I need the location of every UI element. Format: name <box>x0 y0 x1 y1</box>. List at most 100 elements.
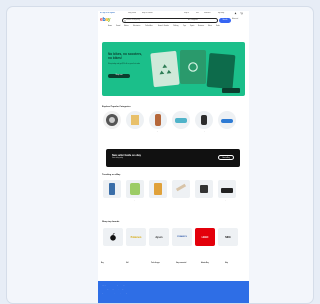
product-label: Watches <box>201 200 207 201</box>
section-title: Shop top brands <box>102 221 120 223</box>
headphones-image <box>130 183 140 195</box>
sign-in-link[interactable]: Hi! Sign in or register <box>100 12 126 15</box>
ebay-logo[interactable]: ebay <box>100 18 114 23</box>
recycle-icon <box>188 62 198 72</box>
product-tile[interactable] <box>126 180 144 198</box>
hero-shop-button[interactable]: Shop now <box>108 74 130 78</box>
product-tile[interactable] <box>218 180 236 198</box>
nav-item[interactable]: Saved <box>116 26 120 27</box>
watchlist-link[interactable]: Watchlist <box>204 12 216 15</box>
apple-icon <box>110 233 116 241</box>
nav-item[interactable]: Business <box>198 26 204 27</box>
footer-column: About eBay Company info News Careers <box>201 263 209 270</box>
search-button[interactable]: Search <box>219 18 231 23</box>
product-label: Cameras <box>155 200 161 201</box>
my-ebay-link[interactable]: My eBay <box>218 12 230 15</box>
bell-icon[interactable] <box>234 12 237 15</box>
footer-column: Sell Start selling Learn to sell Affilia… <box>126 263 133 270</box>
help-link[interactable]: Help & Contact <box>142 12 156 15</box>
cart-icon[interactable] <box>240 12 243 15</box>
brand-tile-apple[interactable] <box>103 228 123 246</box>
ebay-home-page: Hi! Sign in or register Daily Deals Help… <box>98 11 249 303</box>
product-label: Headphones <box>131 200 139 201</box>
product-tile[interactable] <box>172 180 190 198</box>
category-select[interactable]: All Categories <box>188 18 214 23</box>
shoe-image <box>221 119 233 123</box>
footer-column: Help Help center Contact us <box>225 263 232 268</box>
chair-image <box>175 183 187 192</box>
camera-image <box>154 183 162 195</box>
ship-to-link[interactable]: Ship to <box>184 12 194 15</box>
nav-item[interactable]: Collectibles <box>145 26 153 27</box>
wheel-icon <box>106 114 118 126</box>
recycle-icon <box>159 64 172 75</box>
banner-subtitle: Start selling today <box>112 158 124 159</box>
nav-item[interactable]: Sports <box>190 26 194 27</box>
category-label: Books <box>133 131 137 132</box>
copyright-text: Copyright © 1995-2024 eBay Inc. All Righ… <box>101 285 133 286</box>
product-tile[interactable] <box>103 180 121 198</box>
legal-links[interactable]: Accessibility, User Agreement, Privacy, … <box>101 289 246 291</box>
hero-banner[interactable]: No bikes, no scooters, no bikes! Shop to… <box>102 42 245 96</box>
speaker-image <box>221 188 233 193</box>
daily-deals-link[interactable]: Daily Deals <box>128 12 140 15</box>
brand-tile-dyson[interactable]: dyson <box>149 228 169 246</box>
category-nav: Home Saved Motors Electronics Collectibl… <box>108 26 240 29</box>
brand-tile-dynamics[interactable]: DYNAMICS <box>172 228 192 246</box>
nav-item[interactable]: Music <box>208 26 212 27</box>
figure-image <box>155 114 161 126</box>
hero-card-image <box>206 52 236 90</box>
category-tile[interactable] <box>126 111 144 129</box>
category-label: Toys <box>202 131 206 132</box>
brand-tile-pokemon[interactable]: Pokémon <box>126 228 146 246</box>
hero-subtitle: Shop today and get $20 off on your first… <box>108 64 141 65</box>
category-tile[interactable] <box>103 111 121 129</box>
nav-item[interactable]: Home <box>108 26 112 27</box>
product-tile[interactable] <box>195 180 213 198</box>
footer-links: Buy Registration Bidding Stores Sell Sta… <box>98 263 249 281</box>
hero-badge <box>222 88 240 93</box>
hero-card-image <box>180 50 206 84</box>
book-image <box>131 115 139 125</box>
product-label: Phones <box>109 200 115 201</box>
hero-title: No bikes, no scooters, no bikes! <box>108 52 143 60</box>
product-label: Speakers <box>224 200 230 201</box>
section-title: Explore Popular Categories <box>102 106 131 108</box>
category-label: Figures <box>155 131 161 132</box>
product-label: Chairs <box>179 200 183 201</box>
nav-item[interactable]: Home & Garden <box>158 26 169 27</box>
category-label: Wheels <box>109 131 115 132</box>
legal-links[interactable]: Payments Terms of Use, Cookies, CA Priva… <box>101 293 246 295</box>
search-placeholder: Search for anything <box>126 20 140 21</box>
advanced-search-link[interactable]: Advanced <box>232 19 238 20</box>
nav-item[interactable]: Toys <box>183 26 186 27</box>
category-label: Shoes <box>225 131 229 132</box>
nav-item[interactable]: Electronics <box>133 26 140 27</box>
banner-title: New seller Guide on ebay <box>112 154 141 157</box>
brand-tile-nike[interactable]: NIKE <box>218 228 238 246</box>
nav-item[interactable]: Motors <box>124 26 129 27</box>
nav-item[interactable]: Clothing <box>173 26 179 27</box>
toy-image <box>201 115 207 125</box>
category-tile[interactable] <box>195 111 213 129</box>
category-tile[interactable] <box>149 111 167 129</box>
sell-link[interactable]: Sell <box>196 12 202 15</box>
seller-banner[interactable]: New seller Guide on ebay Start selling t… <box>106 149 240 167</box>
sneaker-image <box>175 118 187 123</box>
screenshot-frame: Hi! Sign in or register Daily Deals Help… <box>6 6 314 304</box>
footer-column: Buy Registration Bidding Stores <box>101 263 108 270</box>
section-title: Trending on eBay <box>102 174 121 176</box>
nav-item[interactable]: Deals <box>216 26 220 27</box>
top-bar: Hi! Sign in or register Daily Deals Help… <box>100 12 247 15</box>
product-tile[interactable] <box>149 180 167 198</box>
brand-tile-lego[interactable]: LEGO <box>195 228 215 246</box>
watch-image <box>200 185 208 193</box>
footer-column: Stay connected Facebook Twitter <box>176 263 187 268</box>
category-tile[interactable] <box>218 111 236 129</box>
category-label: Sneakers <box>178 131 184 132</box>
phone-image <box>109 183 115 195</box>
banner-button[interactable]: Start selling <box>218 155 234 160</box>
footer-column: Tools & apps Developers Security Site ma… <box>151 263 160 270</box>
hero-card-image <box>150 50 180 88</box>
category-tile[interactable] <box>172 111 190 129</box>
